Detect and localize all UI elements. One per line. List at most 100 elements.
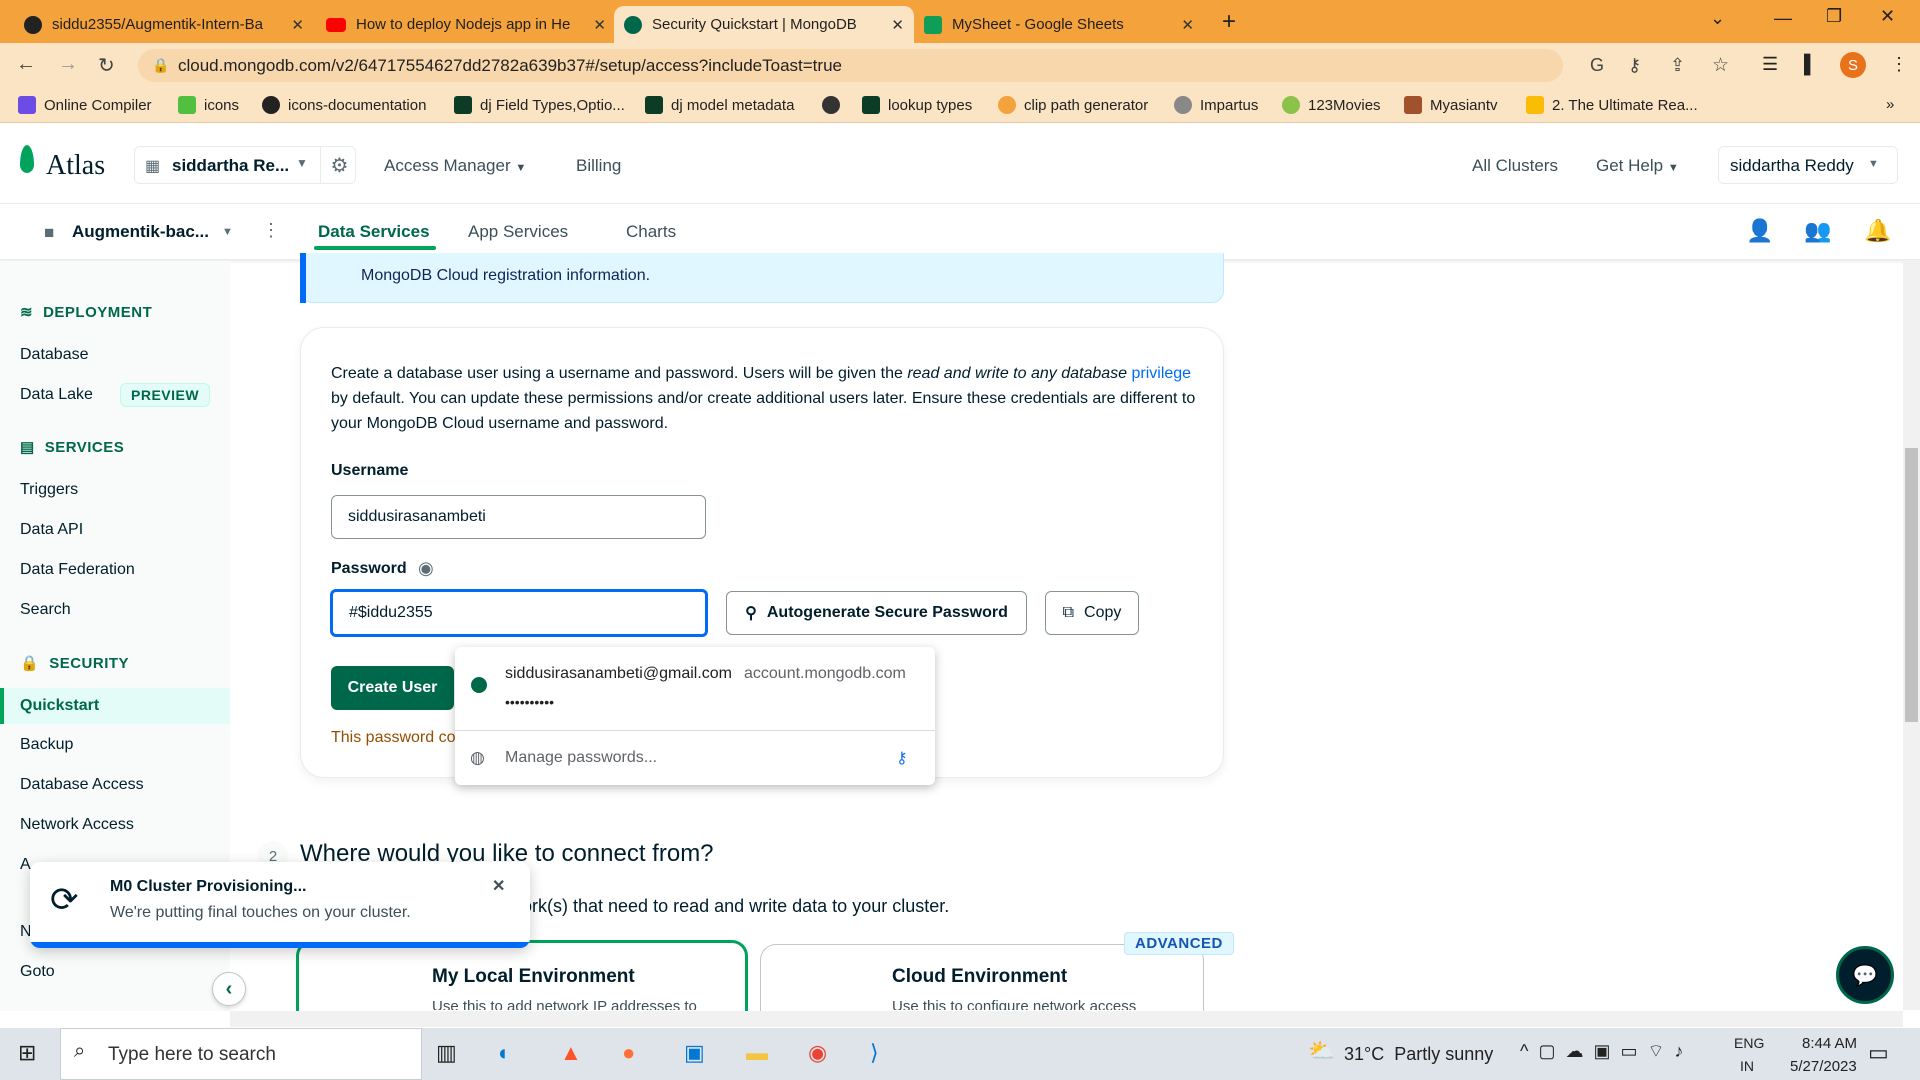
store-icon[interactable]: ▣ (684, 1040, 705, 1066)
language-eng[interactable]: ENG (1734, 1035, 1764, 1051)
sidebar-item-search[interactable]: Search (20, 601, 71, 619)
horizontal-scrollbar[interactable] (230, 1011, 1903, 1027)
myasiantv-icon (1404, 96, 1422, 114)
sidebar-item-database-access[interactable]: Database Access (20, 776, 144, 794)
privilege-link[interactable]: privilege (1131, 365, 1191, 382)
reading-list-icon[interactable]: ☰ (1762, 54, 1778, 75)
tab-search-icon[interactable]: ⌄ (1710, 8, 1725, 29)
windows-start-icon[interactable]: ⊞ (18, 1040, 36, 1066)
key-icon[interactable]: ⚷ (1628, 55, 1641, 76)
system-tray-icons[interactable]: ^▢☁▣▭⌔♪ (1520, 1040, 1693, 1063)
password-input[interactable]: #$iddu2355 (330, 589, 708, 637)
bookmark-icons[interactable]: icons (178, 96, 239, 114)
taskbar-search-text[interactable]: Type here to search (108, 1044, 276, 1066)
sidebar-item-data-lake[interactable]: Data Lake (20, 386, 93, 404)
manage-passwords-link[interactable]: Manage passwords... (505, 749, 657, 767)
window-close-button[interactable]: ✕ (1880, 6, 1895, 27)
tab-app-services[interactable]: App Services (468, 222, 568, 242)
chevron-down-icon[interactable]: ▼ (222, 226, 233, 238)
bookmark-lookup-types[interactable]: lookup types (862, 96, 972, 114)
bookmark-icons-documentation[interactable]: icons-documentation (262, 96, 426, 114)
sidebar-item-data-api[interactable]: Data API (20, 521, 83, 539)
url-text[interactable]: cloud.mongodb.com/v2/64717554627dd2782a6… (178, 56, 842, 76)
tab-data-services[interactable]: Data Services (318, 222, 430, 242)
side-panel-icon[interactable]: ▌ (1804, 54, 1817, 75)
get-help-menu[interactable]: Get Help ▼ (1596, 156, 1679, 176)
tab-github[interactable]: siddu2355/Augmentik-Intern-Ba ✕ (14, 6, 314, 43)
scrollbar-thumb[interactable] (1905, 448, 1918, 722)
divider (455, 730, 935, 731)
menu-icon[interactable]: ⋮ (1890, 54, 1908, 75)
autofill-email[interactable]: siddusirasanambeti@gmail.com (505, 665, 732, 683)
sidebar-item-data-federation[interactable]: Data Federation (20, 561, 135, 579)
all-clusters-link[interactable]: All Clusters (1472, 156, 1558, 176)
share-icon[interactable]: ⇪ (1670, 55, 1685, 76)
billing-link[interactable]: Billing (576, 156, 621, 176)
bookmark-123movies[interactable]: 123Movies (1282, 96, 1381, 114)
username-input[interactable]: siddusirasanambeti (331, 495, 706, 539)
create-user-button[interactable]: Create User (331, 666, 454, 710)
lock-icon[interactable]: 🔒 (152, 57, 169, 74)
access-manager-menu[interactable]: Access Manager ▼ (384, 156, 526, 176)
collapse-sidebar-button[interactable]: ‹ (212, 972, 246, 1006)
google-icon[interactable]: G (1590, 55, 1604, 76)
sidebar-item-triggers[interactable]: Triggers (20, 481, 78, 499)
tab-youtube[interactable]: How to deploy Nodejs app in He ✕ (316, 6, 616, 43)
chat-icon[interactable]: 💬 (1836, 946, 1894, 1004)
close-icon[interactable]: ✕ (1181, 16, 1194, 34)
minimize-button[interactable]: — (1774, 8, 1792, 29)
bookmark-online-compiler[interactable]: Online Compiler (18, 96, 152, 114)
copy-button[interactable]: ⧉ Copy (1045, 591, 1139, 635)
sidebar-item-goto[interactable]: Goto (20, 963, 55, 981)
tab-sheets[interactable]: MySheet - Google Sheets ✕ (914, 6, 1204, 43)
vscode-icon[interactable]: ⟩ (870, 1040, 879, 1066)
forward-icon[interactable]: → (58, 53, 78, 76)
gear-icon[interactable]: ⚙ (320, 146, 358, 184)
brave-icon[interactable]: ▲ (560, 1040, 582, 1066)
notification-icon[interactable]: ▭ (1868, 1040, 1889, 1066)
close-icon[interactable]: ✕ (492, 876, 505, 896)
new-tab-button[interactable]: + (1222, 8, 1236, 36)
icons-icon (178, 96, 196, 114)
activity-icon[interactable]: 👥 (1804, 218, 1831, 244)
firefox-icon[interactable]: ● (622, 1040, 635, 1066)
sidebar-item-quickstart[interactable]: Quickstart (20, 697, 99, 715)
task-view-icon[interactable]: ▥ (436, 1040, 457, 1066)
clock-date[interactable]: 5/27/2023 (1790, 1058, 1857, 1075)
reload-icon[interactable]: ↻ (98, 53, 115, 78)
close-icon[interactable]: ✕ (291, 16, 304, 34)
weather-text[interactable]: 31°C Partly sunny (1344, 1044, 1493, 1065)
sidebar-item-backup[interactable]: Backup (20, 736, 73, 754)
more-bookmarks-icon[interactable]: » (1886, 96, 1894, 113)
close-icon[interactable]: ✕ (593, 16, 606, 34)
autogenerate-password-button[interactable]: ⚲ Autogenerate Secure Password (726, 591, 1027, 635)
eye-icon[interactable]: ◉ (418, 558, 434, 579)
edge-icon[interactable]: ◐ (498, 1040, 511, 1066)
invite-user-icon[interactable]: 👤 (1746, 218, 1773, 244)
docs-icon (262, 96, 280, 114)
sidebar-item-database[interactable]: Database (20, 346, 89, 364)
back-icon[interactable]: ← (16, 53, 36, 76)
clock-time[interactable]: 8:44 AM (1802, 1035, 1857, 1052)
bookmark-impartus[interactable]: Impartus (1174, 96, 1258, 114)
atlas-logo[interactable]: Atlas (46, 150, 105, 182)
bookmark-globe[interactable] (822, 96, 840, 114)
close-icon[interactable]: ✕ (891, 16, 904, 34)
chrome-icon[interactable]: ◉ (808, 1040, 827, 1066)
star-icon[interactable]: ☆ (1712, 54, 1729, 77)
bookmark-clip-path[interactable]: clip path generator (998, 96, 1148, 114)
maximize-button[interactable]: ❐ (1826, 6, 1842, 27)
tab-charts[interactable]: Charts (626, 222, 676, 242)
bookmark-ultimate[interactable]: 2. The Ultimate Rea... (1526, 96, 1698, 114)
sidebar-item-network-access[interactable]: Network Access (20, 816, 134, 834)
bookmark-dj-field-types[interactable]: dj Field Types,Optio... (454, 96, 625, 114)
tab-mongodb[interactable]: Security Quickstart | MongoDB ✕ (614, 6, 914, 43)
more-vertical-icon[interactable]: ⋮ (262, 220, 280, 241)
language-in[interactable]: IN (1740, 1058, 1754, 1074)
profile-avatar[interactable]: S (1840, 52, 1866, 78)
file-explorer-icon[interactable]: ▬ (746, 1040, 768, 1066)
bookmark-myasiantv[interactable]: Myasiantv (1404, 96, 1498, 114)
project-selector[interactable]: Augmentik-bac... (72, 222, 209, 242)
bell-icon[interactable]: 🔔 (1864, 218, 1891, 244)
bookmark-dj-model-metadata[interactable]: dj model metadata (645, 96, 794, 114)
